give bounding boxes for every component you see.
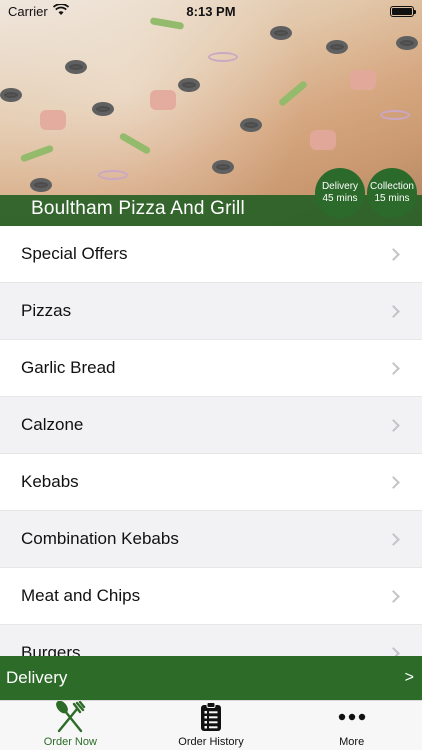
menu-item-calzone[interactable]: Calzone xyxy=(0,397,422,454)
menu-item-label: Calzone xyxy=(21,415,84,434)
chevron-right-icon xyxy=(387,475,400,489)
chevron-right-icon xyxy=(387,304,400,318)
chevron-right-icon xyxy=(387,361,400,375)
menu-item-label: Pizzas xyxy=(21,301,72,320)
menu-item-meat-and-chips[interactable]: Meat and Chips xyxy=(0,568,422,625)
menu-item-burgers[interactable]: Burgers xyxy=(0,625,422,656)
menu-item-label: Meat and Chips xyxy=(21,586,141,605)
more-dots-icon xyxy=(338,701,366,733)
menu-item-label: Special Offers xyxy=(21,244,128,263)
tab-more[interactable]: More xyxy=(281,701,422,750)
menu-item-label: Garlic Bread xyxy=(21,358,116,377)
badge-time: 45 mins xyxy=(322,193,358,204)
badge-label: Delivery xyxy=(321,181,359,192)
menu-item-combination-kebabs[interactable]: Combination Kebabs xyxy=(0,511,422,568)
menu-item-label: Kebabs xyxy=(21,472,79,491)
menu-item-label: Burgers xyxy=(21,643,81,656)
menu-item-label: Combination Kebabs xyxy=(21,529,179,548)
chevron-right-icon xyxy=(387,418,400,432)
chevron-right-icon xyxy=(387,247,400,261)
tab-label: Order History xyxy=(178,736,244,748)
wifi-icon xyxy=(52,2,69,19)
delivery-mode-bar[interactable]: Delivery > xyxy=(0,656,422,700)
menu-item-special-offers[interactable]: Special Offers xyxy=(0,226,422,283)
carrier-label: Carrier xyxy=(8,3,48,19)
tab-label: More xyxy=(339,736,365,748)
tab-label: Order Now xyxy=(43,736,97,748)
menu-item-garlic-bread[interactable]: Garlic Bread xyxy=(0,340,422,397)
hero-banner: Boultham Pizza And Grill Delivery 45 min… xyxy=(0,0,422,226)
fork-knife-icon xyxy=(53,701,87,733)
tab-order-history[interactable]: Order History xyxy=(141,701,282,750)
tab-bar: Order Now Order History More xyxy=(0,700,422,750)
delivery-mode-label: Delivery xyxy=(6,668,68,687)
chevron-right-icon xyxy=(387,532,400,546)
menu-category-list[interactable]: Special Offers Pizzas Garlic Bread Calzo… xyxy=(0,226,422,656)
chevron-right-icon xyxy=(387,589,400,603)
delivery-time-badge: Delivery 45 mins xyxy=(315,168,365,218)
status-bar: Carrier 8:13 PM xyxy=(0,0,422,22)
badge-label: Collection xyxy=(370,181,414,192)
collection-time-badge: Collection 15 mins xyxy=(367,168,417,218)
restaurant-name: Boultham Pizza And Grill xyxy=(31,198,245,219)
tab-order-now[interactable]: Order Now xyxy=(0,701,141,750)
menu-item-pizzas[interactable]: Pizzas xyxy=(0,283,422,340)
delivery-arrow: > xyxy=(404,669,414,686)
badge-time: 15 mins xyxy=(374,193,410,204)
chevron-right-icon xyxy=(387,646,400,656)
menu-item-kebabs[interactable]: Kebabs xyxy=(0,454,422,511)
battery-icon xyxy=(390,5,416,17)
clipboard-icon xyxy=(200,701,222,733)
